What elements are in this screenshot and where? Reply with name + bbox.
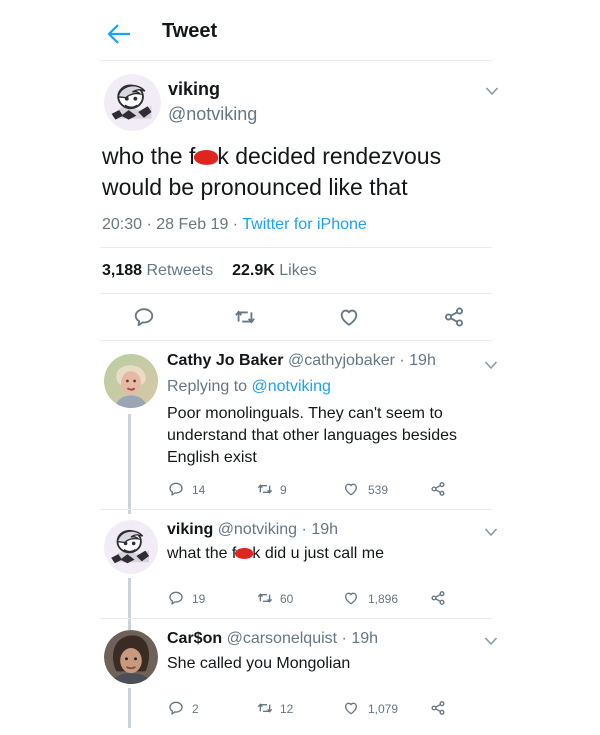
share-icon[interactable] [430,700,446,716]
chevron-down-icon[interactable] [484,527,498,537]
tweet-source[interactable]: Twitter for iPhone [242,216,367,233]
retweet-icon[interactable] [256,700,274,716]
author-name[interactable]: Cathy Jo Baker [167,352,284,369]
author-name[interactable]: Car$on [167,630,222,647]
thread-line [128,688,131,728]
tweet-text: who the fk decided rendezvous would be p… [102,143,442,200]
author-name[interactable]: viking [167,521,213,538]
share-icon[interactable] [430,481,446,497]
chevron-down-icon[interactable] [484,360,498,370]
reply-count: 19 [192,592,206,606]
chevron-down-icon[interactable] [485,86,499,96]
author-handle[interactable]: @notviking [168,104,257,125]
like-count: 1,896 [368,592,399,606]
like-icon[interactable] [343,481,359,497]
like-stat[interactable]: 22.9K Likes [232,262,317,279]
retweet-icon[interactable] [256,481,274,497]
tweet-stats: 3,188 Retweets 22.9K Likes [102,262,317,280]
retweet-count: 60 [280,592,294,606]
reply-icon[interactable] [133,306,155,328]
divider [100,293,492,294]
avatar[interactable] [104,354,158,408]
tweet-date: 28 Feb 19 [156,216,229,233]
reply-text: what the fk did u just call me [167,545,384,562]
censor-mark [193,149,220,167]
author-handle[interactable]: @notviking [218,521,297,538]
reply-count: 14 [192,483,206,497]
share-icon[interactable] [443,306,465,328]
reply-time: 19h [351,630,379,647]
divider [100,247,492,248]
reply-time: 19h [311,521,339,538]
reply-icon[interactable] [168,481,184,497]
reply-header: Car$on @carsonelquist · 19h [167,630,379,647]
chevron-down-icon[interactable] [484,636,498,646]
avatar[interactable] [104,520,158,574]
reply-icon[interactable] [168,590,184,606]
reply-icon[interactable] [168,700,184,716]
share-icon[interactable] [430,590,446,606]
retweet-count: 12 [280,702,294,716]
reply-header: viking @notviking · 19h [167,521,339,538]
tweet-time: 20:30 [102,216,143,233]
like-icon[interactable] [343,700,359,716]
header-divider [100,60,492,61]
retweet-icon[interactable] [256,590,274,606]
back-arrow-icon[interactable] [106,22,132,46]
replying-to: Replying to @notviking [167,378,331,395]
retweet-icon[interactable] [233,306,257,328]
divider [100,340,492,341]
thread-line [128,414,131,514]
tweet-meta: 20:30 · 28 Feb 19 · Twitter for iPhone [102,216,367,233]
like-count: 1,079 [368,702,399,716]
page-title: Tweet [162,20,218,42]
author-handle[interactable]: @carsonelquist [227,630,338,647]
like-icon[interactable] [338,306,360,328]
reply-count: 2 [192,702,199,716]
reply-time: 19h [409,352,436,369]
avatar[interactable] [104,74,161,131]
divider [100,618,492,619]
like-count: 539 [368,483,389,497]
avatar[interactable] [104,630,158,684]
retweet-stat[interactable]: 3,188 Retweets [102,262,213,279]
author-name[interactable]: viking [168,79,220,100]
like-icon[interactable] [343,590,359,606]
reply-text: Poor monolinguals. They can't seem to un… [167,405,457,466]
author-handle[interactable]: @cathyjobaker [288,352,395,369]
reply-header: Cathy Jo Baker @cathyjobaker · 19h [167,352,436,369]
retweet-count: 9 [280,483,287,497]
thread-line [128,578,131,630]
reply-text: She called you Mongolian [167,655,351,672]
replying-to-handle[interactable]: @notviking [252,378,331,395]
divider [100,509,492,510]
